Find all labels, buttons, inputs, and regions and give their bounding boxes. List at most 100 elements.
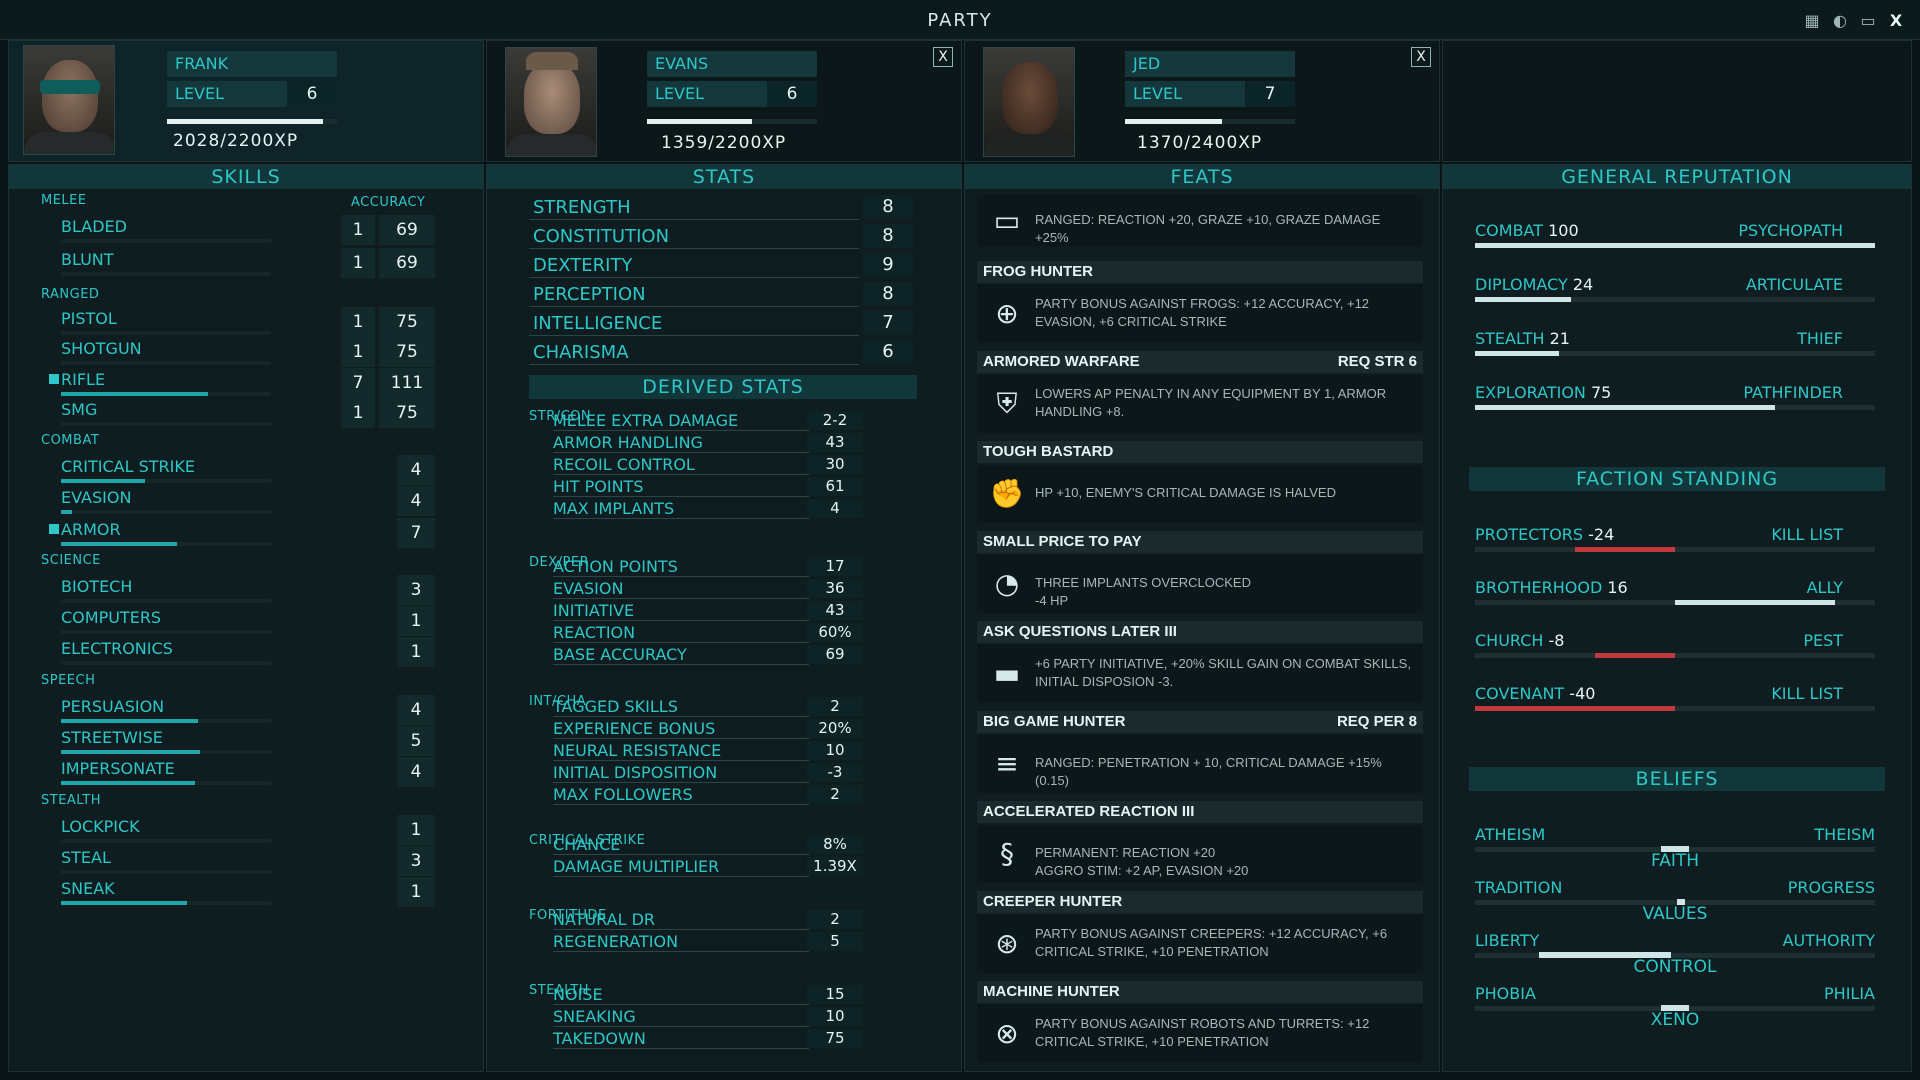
derived-stat-name: NEURAL RESISTANCE — [553, 741, 809, 761]
calendar-icon[interactable]: ▦ — [1802, 12, 1822, 30]
party-member-frank[interactable]: FRANK LEVEL 6 2028/2200XP — [8, 40, 484, 162]
feat-header[interactable]: ARMORED WARFARE REQ STR 6 — [977, 351, 1423, 373]
xp-fill — [1125, 119, 1222, 124]
skill-category: MELEE — [41, 193, 87, 208]
feat-body[interactable]: § PERMANENT: REACTION +20 AGGRO STIM: +2 … — [977, 825, 1423, 883]
stat-name: CHARISMA — [533, 342, 629, 363]
skill-row[interactable]: BLUNT 1 69 — [59, 248, 479, 284]
stat-row[interactable]: INTELLIGENCE — [529, 311, 859, 336]
skill-value: 1 — [341, 215, 375, 245]
feat-body[interactable]: ▬ +6 PARTY INITIATIVE, +20% SKILL GAIN ON… — [977, 645, 1423, 703]
feat-header[interactable]: CREEPER HUNTER — [977, 891, 1423, 913]
monitor-icon[interactable]: ▭ — [1858, 12, 1878, 30]
empty-party-slot[interactable] — [1442, 40, 1912, 162]
skill-value: 7 — [341, 368, 375, 398]
feat-header[interactable]: FROG HUNTER — [977, 261, 1423, 283]
feat-body[interactable]: ⊕ PARTY BONUS AGAINST FROGS: +12 ACCURACY… — [977, 285, 1423, 343]
feat-name: CREEPER HUNTER — [983, 893, 1123, 910]
stat-row[interactable]: DEXTERITY — [529, 253, 859, 278]
stat-name: STRENGTH — [533, 197, 631, 218]
feat-ranged-bonus[interactable]: ▭ RANGED: REACTION +20, GRAZE +10, GRAZE… — [977, 195, 1423, 247]
skill-row[interactable]: IMPERSONATE 4 — [59, 757, 479, 793]
feat-body[interactable]: ✊ HP +10, ENEMY'S CRITICAL DAMAGE IS HALV… — [977, 465, 1423, 523]
feat-text: THREE IMPLANTS OVERCLOCKED -4 HP — [1035, 575, 1251, 608]
gauge-icon: ◔ — [994, 567, 1020, 600]
skill-track — [61, 599, 271, 603]
skill-row[interactable]: ELECTRONICS 1 — [59, 637, 479, 673]
skill-name: EVASION — [61, 488, 132, 507]
faction-value: -40 — [1569, 684, 1596, 703]
close-window-icon[interactable]: X — [1886, 12, 1906, 30]
derived-stat-value: -3 — [807, 763, 863, 782]
dismiss-evans-button[interactable]: X — [933, 47, 953, 67]
belief-axis: XENO — [1650, 1010, 1700, 1030]
derived-stat-name: MAX FOLLOWERS — [553, 785, 809, 805]
party-member-jed[interactable]: JED LEVEL 7 1370/2400XP X — [964, 40, 1440, 162]
skill-category: COMBAT — [41, 433, 100, 448]
feat-body[interactable]: ≡ RANGED: PENETRATION + 10, CRITICAL DAMA… — [977, 735, 1423, 793]
stat-row[interactable]: CHARISMA — [529, 340, 859, 365]
tagged-skill-marker — [49, 374, 59, 384]
xp-bar — [1125, 119, 1295, 124]
brain-icon[interactable]: ◐ — [1830, 12, 1850, 30]
stat-row[interactable]: STRENGTH — [529, 195, 859, 220]
derived-stat-value: 2 — [807, 697, 863, 716]
reputation-value: 75 — [1590, 383, 1612, 402]
skill-track — [61, 272, 271, 276]
level-value: 7 — [1245, 81, 1295, 107]
skill-row[interactable]: BLADED 1 69 — [59, 215, 479, 251]
armor-icon: ⛨ — [996, 387, 1018, 420]
feat-header[interactable]: TOUGH BASTARD — [977, 441, 1423, 463]
xp-fill — [167, 119, 324, 124]
stats-panel: STATS STRENGTH 8 CONSTITUTION 8 DEXTERITY 9 PE… — [486, 164, 962, 1072]
stat-row[interactable]: PERCEPTION — [529, 282, 859, 307]
skill-row[interactable]: SMG 1 75 — [59, 398, 479, 434]
derived-stat-name: BASE ACCURACY — [553, 645, 809, 665]
skill-row[interactable]: ARMOR 7 — [49, 518, 479, 554]
feat-body[interactable]: ⊗ PARTY BONUS AGAINST ROBOTS AND TURRETS:… — [977, 1005, 1423, 1063]
skill-progress — [61, 510, 72, 514]
feat-header[interactable]: SMALL PRICE TO PAY — [977, 531, 1423, 553]
stat-row[interactable]: CONSTITUTION — [529, 224, 859, 249]
feat-body[interactable]: ⛨ LOWERS AP PENALTY IN ANY EQUIPMENT BY 1… — [977, 375, 1423, 433]
feat-body[interactable]: ◔ THREE IMPLANTS OVERCLOCKED -4 HP — [977, 555, 1423, 613]
faction-title: ALLY — [1806, 578, 1843, 597]
skill-name: BIOTECH — [61, 577, 133, 596]
feat-header[interactable]: BIG GAME HUNTER REQ PER 8 — [977, 711, 1423, 733]
skill-track — [61, 661, 271, 665]
gun-icon: ▬ — [993, 657, 1021, 690]
feat-requirement: REQ STR 6 — [1337, 353, 1417, 370]
skill-track — [61, 422, 271, 426]
skill-value: 4 — [397, 486, 435, 516]
skill-accuracy: 111 — [379, 368, 435, 398]
skill-row[interactable]: SNEAK 1 — [59, 877, 479, 913]
feat-header[interactable]: MACHINE HUNTER — [977, 981, 1423, 1003]
tagged-skill-marker — [49, 524, 59, 534]
reputation-title: ARTICULATE — [1745, 275, 1843, 294]
skill-category: RANGED — [41, 287, 100, 302]
dismiss-jed-button[interactable]: X — [1411, 47, 1431, 67]
belief-axis: VALUES — [1642, 904, 1708, 924]
crosshair-icon: ⊕ — [995, 297, 1019, 330]
skill-track — [61, 630, 271, 634]
derived-stat-value: 1.39x — [807, 857, 863, 876]
feat-name: FROG HUNTER — [983, 263, 1093, 280]
feat-header[interactable]: ACCELERATED REACTION III — [977, 801, 1423, 823]
window-title: PARTY — [927, 10, 993, 31]
derived-stat-value: 2 — [807, 785, 863, 804]
derived-stat-value: 2-2 — [807, 411, 863, 430]
party-member-evans[interactable]: EVANS LEVEL 6 1359/2200XP X — [486, 40, 962, 162]
reputation-title: PATHFINDER — [1743, 383, 1843, 402]
feat-name: ARMORED WARFARE — [983, 353, 1140, 370]
derived-stat-value: 8% — [807, 835, 863, 854]
faction-name: PROTECTORS -24 — [1475, 525, 1614, 544]
derived-stat-value: 17 — [807, 557, 863, 576]
skill-row[interactable]: EVASION 4 — [59, 486, 479, 522]
feat-header[interactable]: ASK QUESTIONS LATER III — [977, 621, 1423, 643]
reputation-label: STEALTH — [1475, 329, 1545, 348]
derived-stat-name: MAX IMPLANTS — [553, 499, 809, 519]
feat-name: ACCELERATED REACTION III — [983, 803, 1195, 820]
skill-name: SMG — [61, 400, 98, 419]
derived-stat-name: TAKEDOWN — [553, 1029, 809, 1049]
feat-body[interactable]: ⊛ PARTY BONUS AGAINST CREEPERS: +12 ACCUR… — [977, 915, 1423, 973]
